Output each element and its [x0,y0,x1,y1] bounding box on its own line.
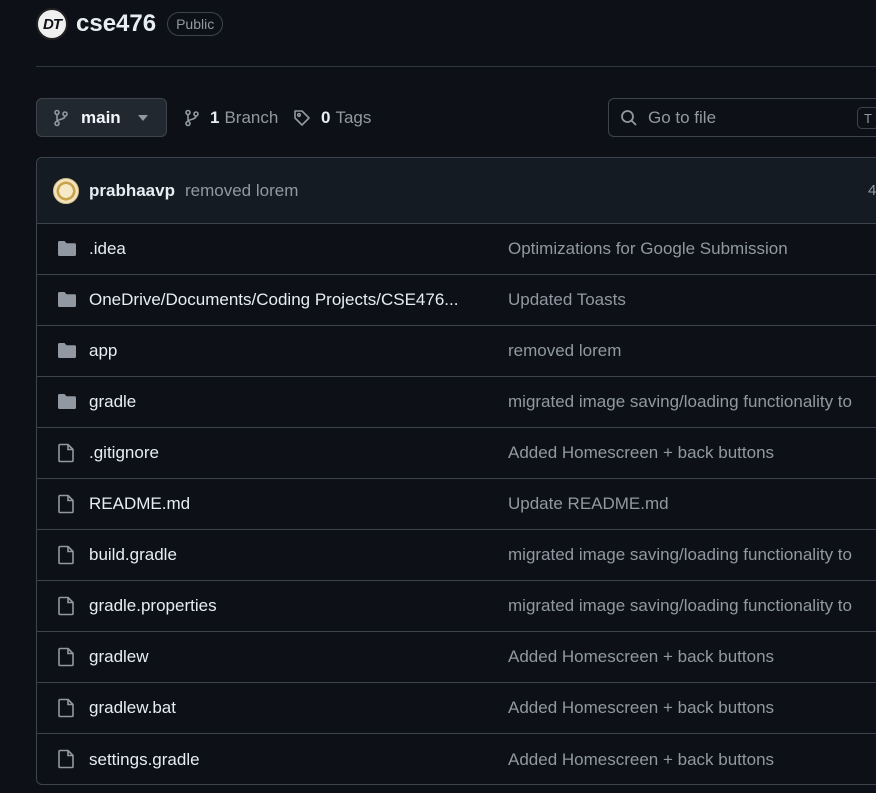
tag-count-label: Tags [335,108,372,127]
commit-author-avatar[interactable] [53,177,79,204]
branch-count: 1 [210,108,220,127]
file-row[interactable]: gradlew.bat Added Homescreen + back butto… [37,683,876,734]
repository-page: DT cse476 Public main 1 Branch 0 Tags Go… [0,0,876,793]
file-commit-message-link[interactable]: Updated Toasts [508,290,626,310]
commit-message[interactable]: removed lorem [185,181,298,201]
file-row[interactable]: settings.gradle Added Homescreen + back b… [37,734,876,784]
file-commit-message-link[interactable]: removed lorem [508,341,621,361]
commit-time: 4 [868,182,876,199]
git-branch-icon [184,109,200,127]
file-row[interactable]: .gitignore Added Homescreen + back button… [37,428,876,479]
file-name-link[interactable]: gradlew [89,647,149,667]
file-name-link[interactable]: OneDrive/Documents/Coding Projects/CSE47… [89,290,458,310]
file-commit-message-link[interactable]: Update README.md [508,494,669,514]
file-icon [57,596,77,616]
file-name-link[interactable]: gradle.properties [89,596,217,616]
file-icon [57,749,77,769]
file-row[interactable]: app removed lorem [37,326,876,377]
file-name-link[interactable]: .gitignore [89,443,159,463]
file-commit-message-link[interactable]: migrated image saving/loading functional… [508,392,852,412]
folder-icon [57,392,77,412]
branch-name: main [81,107,121,127]
repo-name[interactable]: cse476 [76,10,156,38]
file-icon [57,443,77,463]
file-commit-message-link[interactable]: Added Homescreen + back buttons [508,647,774,667]
file-commit-message-link[interactable]: migrated image saving/loading functional… [508,545,852,565]
file-commit-message-link[interactable]: Added Homescreen + back buttons [508,750,774,770]
file-icon [57,545,77,565]
keyboard-shortcut-hint: T [857,107,876,129]
file-name-link[interactable]: gradlew.bat [89,698,176,718]
commit-author[interactable]: prabhaavp [89,181,175,201]
tags-link[interactable]: 0 Tags [293,108,371,128]
file-name-link[interactable]: gradle [89,392,136,412]
file-icon [57,494,77,514]
file-commit-message-link[interactable]: Added Homescreen + back buttons [508,698,774,718]
folder-icon [57,239,77,259]
branches-link[interactable]: 1 Branch [184,108,278,128]
latest-commit-bar: prabhaavp removed lorem 4 [37,158,876,224]
file-name-link[interactable]: app [89,341,117,361]
file-row[interactable]: README.md Update README.md [37,479,876,530]
visibility-badge: Public [167,12,224,36]
file-row[interactable]: .idea Optimizations for Google Submission [37,224,876,275]
tag-icon [293,109,311,127]
file-icon [57,698,77,718]
folder-icon [57,341,77,361]
tag-count: 0 [321,108,331,127]
file-icon [57,647,77,667]
file-name-link[interactable]: .idea [89,239,126,259]
file-commit-message-link[interactable]: Optimizations for Google Submission [508,239,788,259]
owner-avatar[interactable]: DT [36,8,68,40]
file-commit-message-link[interactable]: Added Homescreen + back buttons [508,443,774,463]
file-row[interactable]: gradle migrated image saving/loading func… [37,377,876,428]
file-name-link[interactable]: build.gradle [89,545,177,565]
git-branch-icon [53,109,69,127]
file-name-link[interactable]: README.md [89,494,190,514]
branch-selector-button[interactable]: main [36,98,167,137]
file-row[interactable]: OneDrive/Documents/Coding Projects/CSE47… [37,275,876,326]
go-to-file-box[interactable]: T [608,98,876,137]
file-name-link[interactable]: settings.gradle [89,750,200,770]
chevron-down-icon [138,114,148,121]
repo-header: DT cse476 Public [36,7,224,41]
file-row[interactable]: build.gradle migrated image saving/loadin… [37,530,876,581]
go-to-file-input[interactable] [648,107,838,128]
search-icon [620,109,638,127]
folder-icon [57,290,77,310]
branch-count-label: Branch [224,108,279,127]
file-row[interactable]: gradlew Added Homescreen + back buttons [37,632,876,683]
file-browser: prabhaavp removed lorem 4 .idea Optimizat… [36,157,876,785]
file-commit-message-link[interactable]: migrated image saving/loading functional… [508,596,852,616]
file-row[interactable]: gradle.properties migrated image saving/l… [37,581,876,632]
header-divider [36,66,876,67]
file-list: .idea Optimizations for Google Submission… [37,224,876,784]
